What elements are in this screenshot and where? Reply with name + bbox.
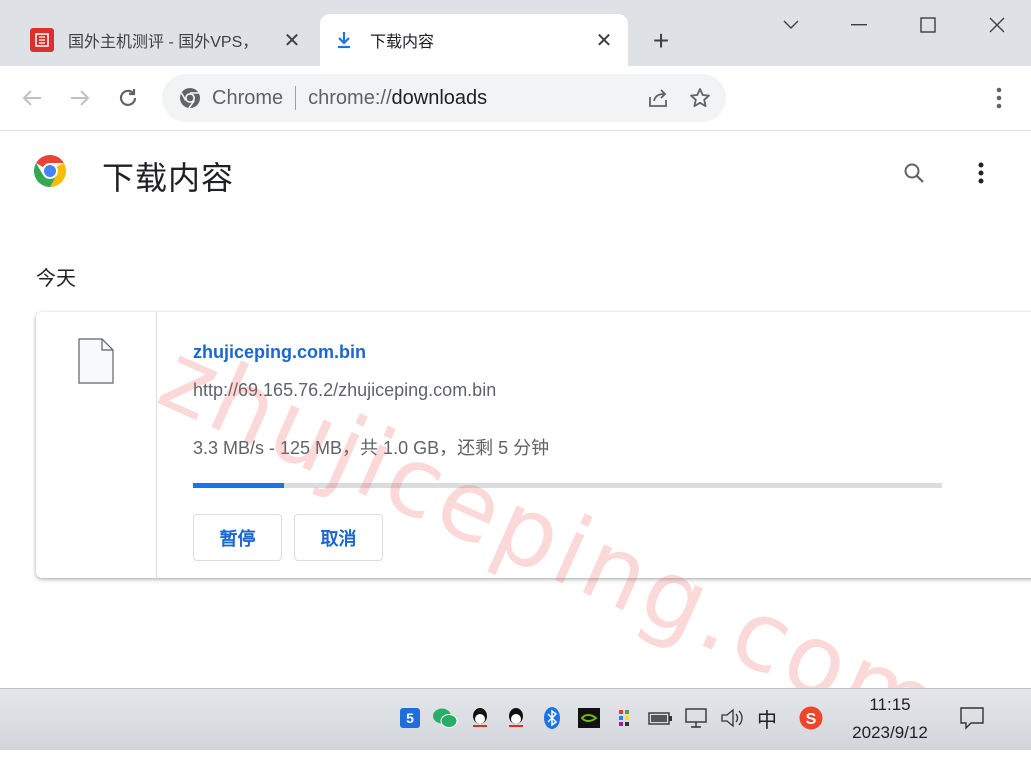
qq-tray-icon[interactable] [466,704,494,732]
url-host: downloads [391,86,488,109]
windows-taskbar: 5 中 S 11:15 2023/9/12 [0,688,1031,750]
file-icon-column [36,312,157,578]
svg-text:5: 5 [406,710,414,726]
nvidia-tray-icon[interactable] [575,704,603,732]
ime-indicator[interactable]: 中 [753,704,781,732]
file-name-link[interactable]: zhujiceping.com.bin [193,342,366,363]
browser-menu-icon[interactable] [983,82,1015,114]
downloads-more-icon[interactable] [963,155,999,191]
battery-tray-icon[interactable] [646,704,674,732]
omnibox-divider [295,86,297,110]
url-scheme: chrome:// [308,86,392,109]
share-icon[interactable] [642,82,674,114]
wechat-tray-icon[interactable] [431,704,459,732]
file-icon [78,338,114,389]
bluetooth-tray-icon[interactable] [538,704,566,732]
security-app-tray-icon[interactable]: 5 [396,704,424,732]
file-source-url: http://69.165.76.2/zhujiceping.com.bin [193,380,497,400]
download-status: 3.3 MB/s - 125 MB，共 1.0 GB，还剩 5 分钟 [193,438,550,458]
back-button[interactable] [16,82,48,114]
download-item: zhujiceping.com.bin http://69.165.76.2/z… [36,312,1031,578]
clock-date: 2023/9/12 [852,723,928,742]
clock-time: 11:15 [869,695,911,714]
downloads-header: 下载内容 [0,131,1031,217]
page-title: 下载内容 [102,160,235,196]
color-app-tray-icon[interactable] [610,704,638,732]
date-heading: 今天 [36,268,76,290]
tab-strip: 国外主机测评 - 国外VPS， ✕ 下载内容 ✕ + [0,0,1031,66]
volume-tray-icon[interactable] [718,704,746,732]
svg-text:S: S [806,711,817,728]
tab-zhujiceping[interactable]: 国外主机测评 - 国外VPS， ✕ [18,14,316,66]
omnibox-chrome-label: Chrome [212,86,284,109]
maximize-button[interactable] [913,10,943,40]
close-tab-icon[interactable]: ✕ [592,28,616,52]
address-bar[interactable]: Chrome chrome://downloads [162,74,726,122]
network-tray-icon[interactable] [683,704,711,732]
tab-search-chevron-icon[interactable] [776,10,806,40]
chrome-logo [32,153,68,194]
notification-center-icon[interactable] [958,704,986,732]
tab-title: 下载内容 [370,34,435,51]
pause-button[interactable]: 暂停 [193,514,282,561]
close-window-button[interactable] [982,10,1012,40]
url-text: chrome://downloads [308,87,642,110]
qq-tray-icon[interactable] [502,704,530,732]
download-icon [332,28,356,52]
zhujiceping-seal-icon [30,28,54,52]
forward-button[interactable] [64,82,96,114]
search-downloads-icon[interactable] [896,155,932,191]
browser-toolbar: Chrome chrome://downloads [0,66,1031,131]
taskbar-clock[interactable]: 11:15 2023/9/12 [836,695,944,743]
minimize-button[interactable] [844,10,874,40]
download-progress-fill [193,483,285,488]
bookmark-star-icon[interactable] [684,82,716,114]
sogou-ime-tray-icon[interactable]: S [797,704,825,732]
chrome-page-icon [178,86,202,110]
tab-downloads[interactable]: 下载内容 ✕ [320,14,628,66]
reload-button[interactable] [112,82,144,114]
close-tab-icon[interactable]: ✕ [280,28,304,52]
cancel-button[interactable]: 取消 [294,514,383,561]
download-progress-bar [193,483,942,488]
new-tab-button[interactable]: + [646,25,676,56]
tab-title: 国外主机测评 - 国外VPS， [68,34,259,51]
